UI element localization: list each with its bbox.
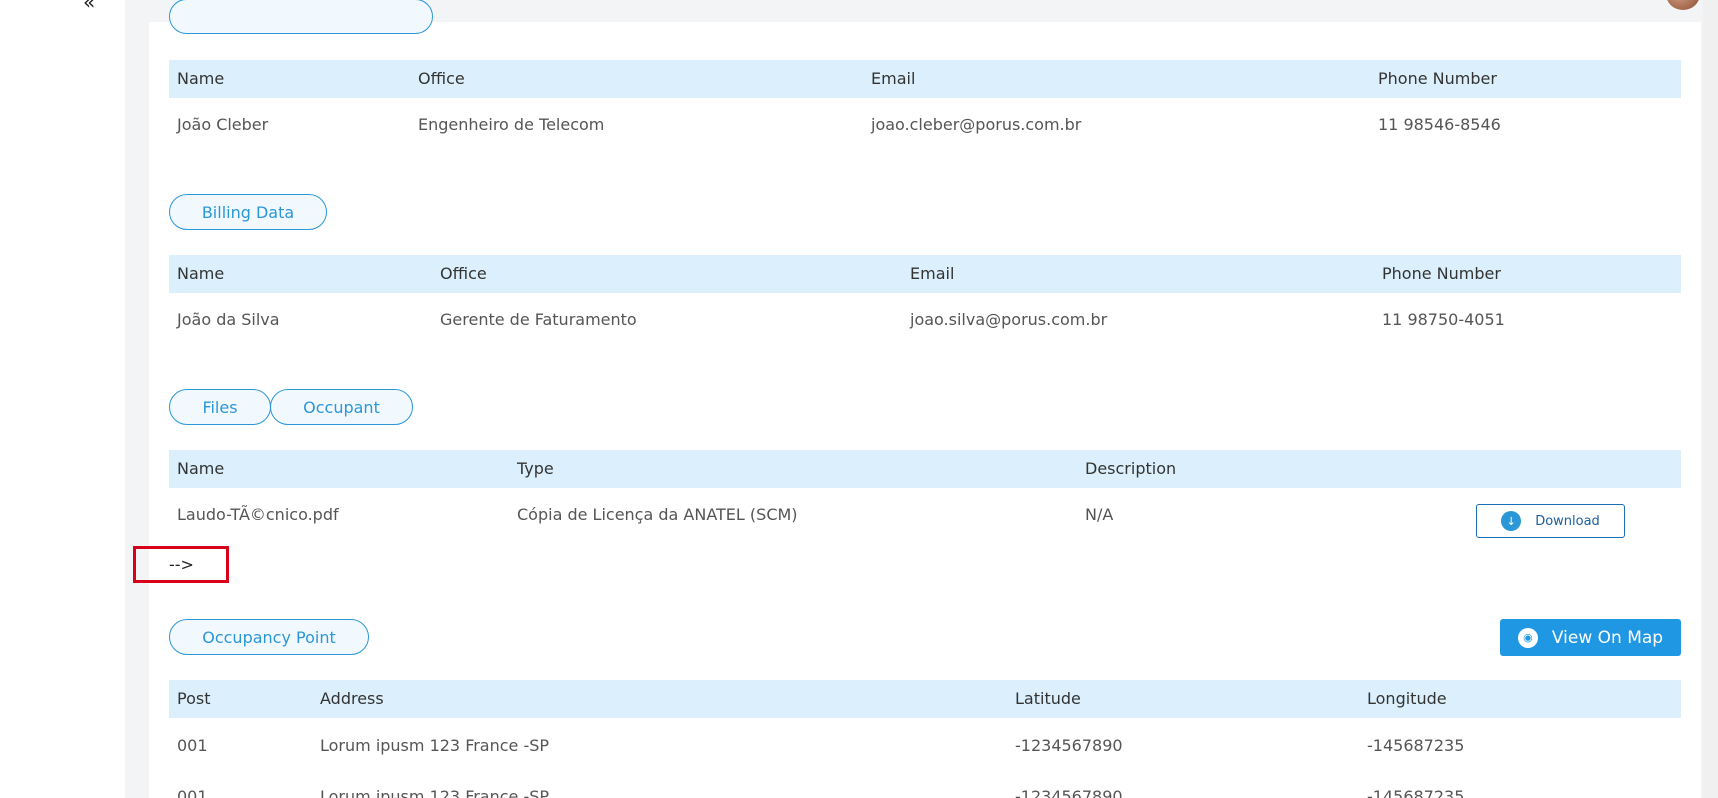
billing-col-name: Name (177, 264, 225, 283)
billing-row-name: João da Silva (177, 310, 280, 329)
files-col-type: Type (517, 459, 554, 478)
view-on-map-button[interactable]: ◉ View On Map (1500, 619, 1681, 656)
occupancy-table-header (169, 680, 1681, 718)
highlighted-stray-text: --> (133, 546, 229, 583)
stray-text: --> (169, 555, 194, 574)
contact-row-email: joao.cleber@porus.com.br (871, 115, 1082, 134)
contact-row-name: João Cleber (177, 115, 269, 134)
files-row-name: Laudo-TÃ©cnico.pdf (177, 505, 339, 524)
occupancy-row-address: Lorum ipusm 123 France -SP (320, 736, 550, 755)
contact-col-email: Email (871, 69, 916, 88)
double-chevron-left-icon[interactable]: « (83, 0, 95, 14)
billing-row-email: joao.silva@porus.com.br (910, 310, 1108, 329)
files-col-name: Name (177, 459, 225, 478)
occupancy-col-latitude: Latitude (1015, 689, 1081, 708)
files-col-description: Description (1085, 459, 1177, 478)
contact-col-name: Name (177, 69, 225, 88)
page-scrollbar[interactable] (1703, 0, 1718, 798)
occupancy-row-post: 001 (177, 787, 208, 798)
occupancy-col-address: Address (320, 689, 384, 708)
download-icon: ↓ (1501, 511, 1522, 531)
occupancy-col-post: Post (177, 689, 211, 708)
occupancy-row-longitude: -145687235 (1367, 787, 1465, 798)
download-button[interactable]: ↓ Download (1476, 504, 1625, 538)
download-label: Download (1535, 513, 1600, 529)
occupancy-col-longitude: Longitude (1367, 689, 1447, 708)
occupant-tab[interactable]: Occupant (270, 389, 413, 425)
occupancy-row-latitude: -1234567890 (1015, 736, 1123, 755)
eye-icon: ◉ (1517, 627, 1538, 648)
billing-col-office: Office (440, 264, 487, 283)
billing-col-phone: Phone Number (1382, 264, 1501, 283)
contact-row-office: Engenheiro de Telecom (418, 115, 605, 134)
files-row-description: N/A (1085, 505, 1114, 524)
occupancy-row-latitude: -1234567890 (1015, 787, 1123, 798)
section-tab-contact[interactable] (169, 0, 433, 34)
files-table-header (169, 450, 1681, 488)
user-avatar[interactable] (1666, 0, 1700, 10)
occupancy-row-address: Lorum ipusm 123 France -SP (320, 787, 550, 798)
billing-row-office: Gerente de Faturamento (440, 310, 637, 329)
billing-col-email: Email (910, 264, 955, 283)
files-row-type: Cópia de Licença da ANATEL (SCM) (517, 505, 798, 524)
files-tab[interactable]: Files (169, 389, 271, 425)
billing-row-phone: 11 98750-4051 (1382, 310, 1505, 329)
sidebar: « (0, 0, 125, 798)
contact-row-phone: 11 98546-8546 (1378, 115, 1501, 134)
view-on-map-label: View On Map (1551, 627, 1664, 648)
billing-data-tab[interactable]: Billing Data (169, 194, 327, 230)
contact-col-office: Office (418, 69, 465, 88)
occupancy-row-post: 001 (177, 736, 208, 755)
contact-col-phone: Phone Number (1378, 69, 1497, 88)
occupancy-point-tab[interactable]: Occupancy Point (169, 619, 369, 655)
occupancy-row-longitude: -145687235 (1367, 736, 1465, 755)
